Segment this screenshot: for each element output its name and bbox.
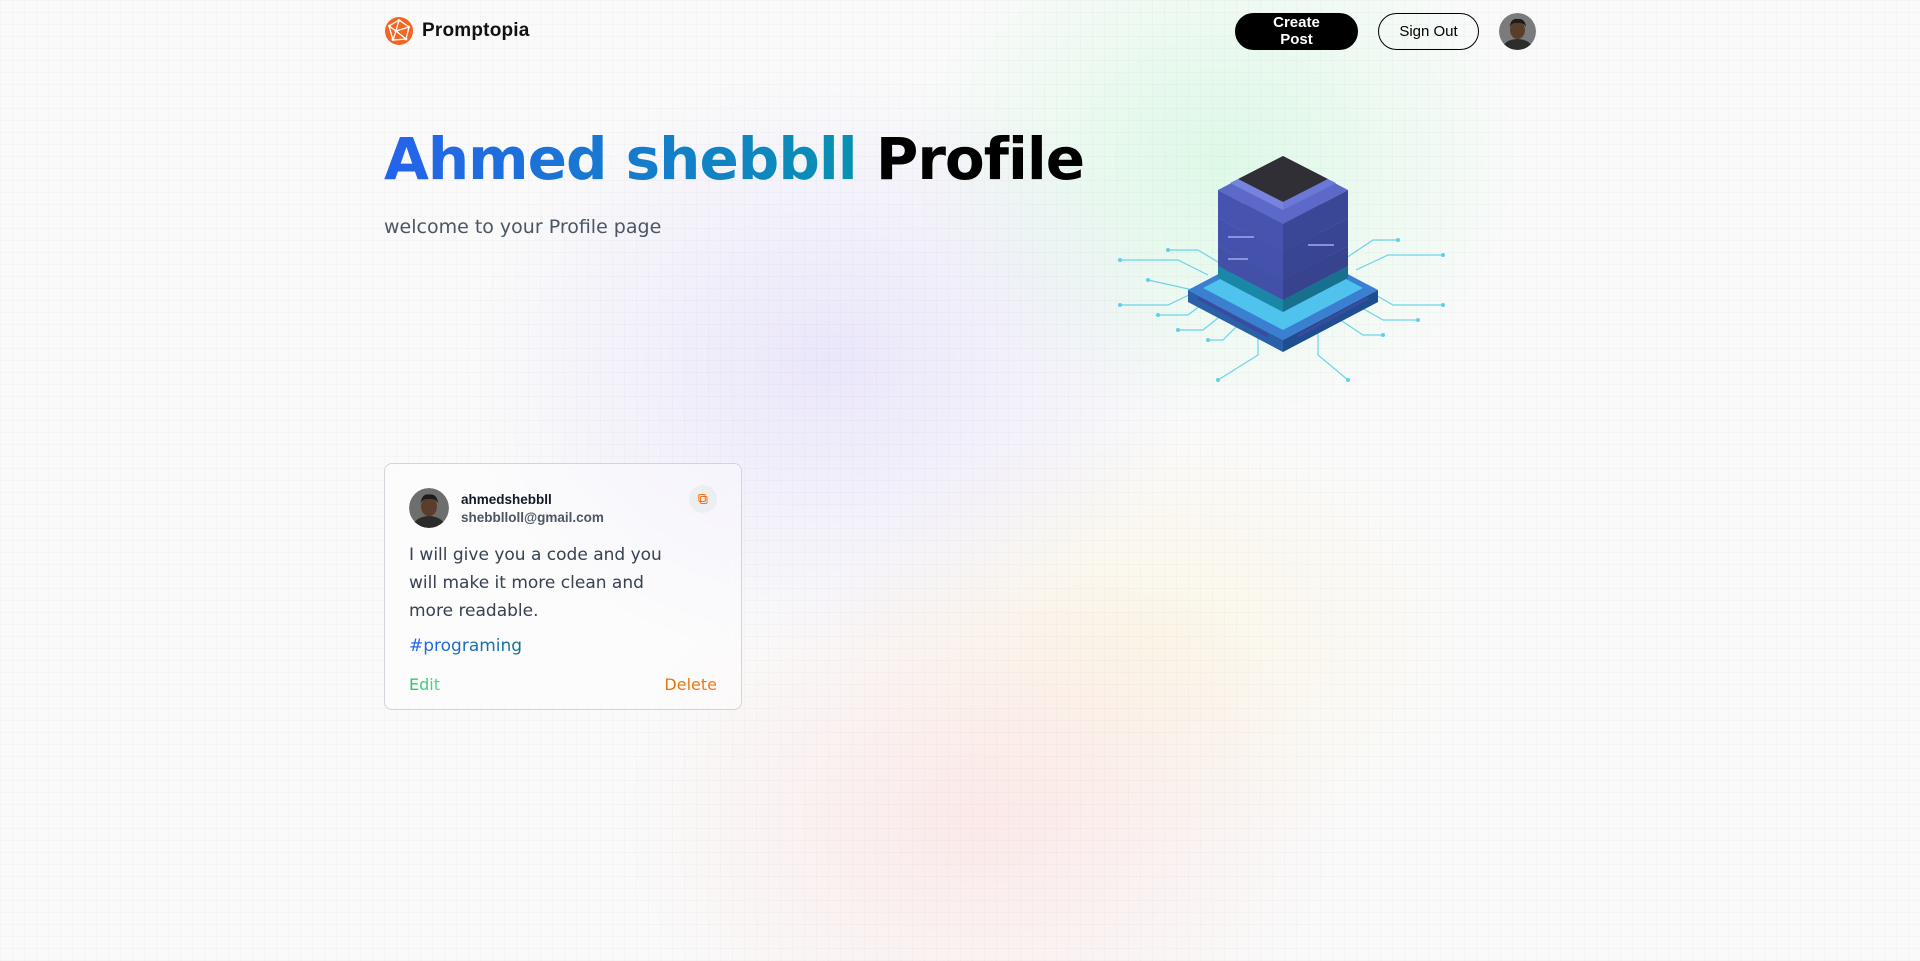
create-post-button[interactable]: Create Post [1235,12,1358,50]
delete-button[interactable]: Delete [664,675,717,694]
profile-title-suffix: Profile [875,125,1085,193]
nav-actions: Create Post Sign Out [1235,12,1536,50]
author-avatar [409,488,449,528]
brand-name: Promptopia [422,20,530,41]
copy-prompt-button[interactable] [689,485,717,513]
copy-icon [698,494,708,504]
page-description: welcome to your Profile page [384,216,662,238]
top-navbar: Promptopia Create Post Sign Out [384,0,1536,62]
brand-link[interactable]: Promptopia [384,16,530,46]
card-actions: Edit Delete [409,675,717,694]
server-chip-illustration [1118,156,1445,382]
prompt-card: ahmedshebbll shebblloll@gmail.com I will… [384,463,742,710]
card-header: ahmedshebbll shebblloll@gmail.com [409,485,717,528]
author-email: shebblloll@gmail.com [461,509,604,525]
card-author[interactable]: ahmedshebbll shebblloll@gmail.com [409,488,604,528]
prompt-text: I will give you a code and you will make… [409,545,662,621]
prompt-tag[interactable]: #programing [409,636,522,656]
user-avatar[interactable] [1499,12,1536,50]
author-info: ahmedshebbll shebblloll@gmail.com [461,492,604,525]
sign-out-button[interactable]: Sign Out [1378,12,1479,50]
author-username: ahmedshebbll [461,491,552,507]
profile-owner-name: Ahmed shebbll [384,125,858,193]
edit-button[interactable]: Edit [409,675,440,694]
promptopia-logo-icon [385,17,413,45]
page-title: Ahmed shebbll Profile [384,125,1085,193]
